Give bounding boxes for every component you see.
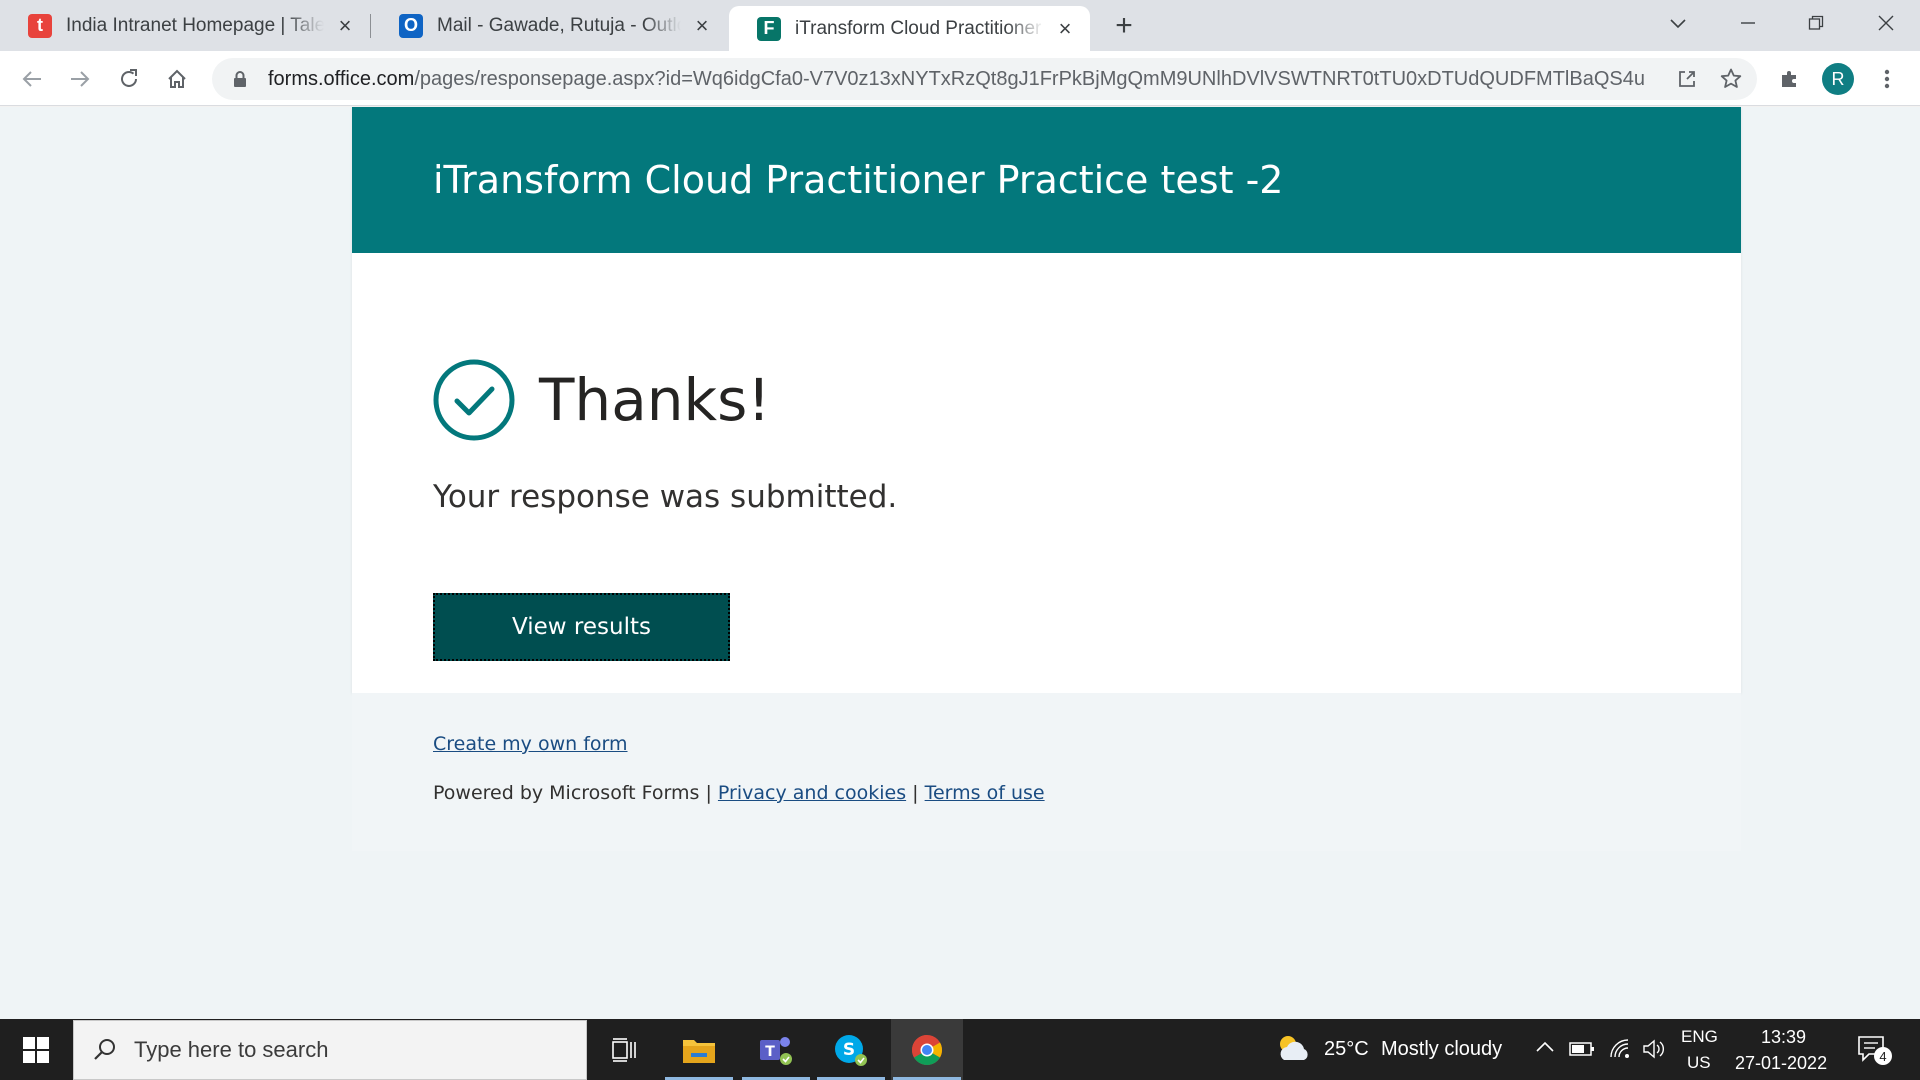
language-region[interactable]: US — [1687, 1053, 1711, 1073]
taskbar-search-box[interactable]: Type here to search — [73, 1020, 587, 1080]
lock-icon[interactable] — [230, 69, 250, 89]
terms-link[interactable]: Terms of use — [925, 782, 1045, 804]
url-path: /pages/responsepage.aspx?id=Wq6idgCfa0-V… — [414, 67, 1645, 90]
create-my-own-form-link[interactable]: Create my own form — [433, 733, 628, 755]
restore-icon[interactable] — [1786, 0, 1846, 45]
form-header-banner: iTransform Cloud Practitioner Practice t… — [352, 107, 1741, 253]
submission-message: Your response was submitted. — [433, 479, 898, 515]
language-code[interactable]: ENG — [1681, 1027, 1718, 1047]
browser-menu-kebab-icon[interactable] — [1870, 62, 1904, 96]
url-host: forms.office.com — [268, 67, 415, 90]
tab-outlook[interactable]: O Mail - Gawade, Rutuja - Outlook × — [371, 0, 727, 51]
forward-arrow-icon[interactable] — [63, 62, 97, 96]
reload-icon[interactable] — [112, 62, 146, 96]
new-tab-icon[interactable]: + — [1108, 9, 1140, 42]
skype-icon[interactable]: S — [815, 1019, 887, 1080]
tab-strip: t India Intranet Homepage | Talent × O M… — [0, 0, 1920, 51]
tab-close-icon[interactable]: × — [334, 13, 356, 38]
chrome-icon[interactable] — [891, 1019, 963, 1080]
thanks-row: Thanks! — [433, 359, 771, 441]
notification-center-icon[interactable]: 4 — [1857, 1035, 1893, 1065]
tab-intranet[interactable]: t India Intranet Homepage | Talent × — [0, 0, 370, 51]
powered-by-line: Powered by Microsoft Forms | Privacy and… — [433, 782, 1045, 804]
file-explorer-icon[interactable] — [663, 1019, 735, 1080]
volume-icon[interactable] — [1641, 1037, 1667, 1066]
clock-date[interactable]: 27-01-2022 — [1735, 1053, 1827, 1074]
profile-avatar[interactable]: R — [1822, 63, 1854, 95]
address-bar[interactable]: forms.office.com/pages/responsepage.aspx… — [212, 58, 1757, 100]
task-view-icon[interactable] — [588, 1019, 660, 1080]
tab-title: India Intranet Homepage | Talent — [66, 14, 324, 36]
page-content: iTransform Cloud Practitioner Practice t… — [0, 107, 1920, 1019]
privacy-link[interactable]: Privacy and cookies — [718, 782, 906, 804]
checkmark-circle-icon — [433, 359, 515, 441]
forms-favicon-icon: F — [757, 16, 781, 41]
notification-count-badge: 4 — [1874, 1047, 1892, 1065]
tab-search-chevron-icon[interactable] — [1648, 0, 1708, 45]
teams-icon[interactable]: T — [740, 1019, 812, 1080]
svg-text:S: S — [843, 1040, 855, 1060]
form-footer: Create my own form Powered by Microsoft … — [352, 693, 1741, 851]
tab-close-icon[interactable]: × — [1054, 16, 1076, 41]
view-results-button[interactable]: View results — [433, 593, 730, 661]
battery-icon[interactable] — [1569, 1039, 1595, 1064]
close-window-icon[interactable] — [1856, 0, 1916, 45]
footer-separator: | — [912, 782, 919, 804]
windows-start-icon[interactable] — [0, 1019, 72, 1080]
share-icon[interactable] — [1669, 61, 1705, 97]
bookmark-star-icon[interactable] — [1713, 61, 1749, 97]
search-placeholder: Type here to search — [134, 1037, 329, 1062]
powered-by-text: Powered by Microsoft Forms | — [433, 782, 712, 804]
form-title: iTransform Cloud Practitioner Practice t… — [433, 158, 1284, 202]
home-icon[interactable] — [160, 62, 194, 96]
form-card: iTransform Cloud Practitioner Practice t… — [352, 107, 1741, 693]
outlook-favicon-icon: O — [399, 13, 423, 38]
windows-taskbar: Type here to search T S 25°C Mostly clou… — [0, 1019, 1920, 1080]
tab-forms-active[interactable]: F iTransform Cloud Practitioner Pra × — [729, 6, 1090, 51]
weather-temperature[interactable]: 25°C — [1324, 1038, 1369, 1061]
search-icon — [94, 1039, 115, 1060]
tab-close-icon[interactable]: × — [691, 13, 713, 38]
browser-toolbar: forms.office.com/pages/responsepage.aspx… — [0, 51, 1920, 106]
svg-text:T: T — [765, 1044, 775, 1060]
back-arrow-icon[interactable] — [15, 62, 49, 96]
url-text[interactable]: forms.office.com/pages/responsepage.aspx… — [268, 68, 1669, 91]
clock-time[interactable]: 13:39 — [1761, 1027, 1806, 1048]
tab-title: Mail - Gawade, Rutuja - Outlook — [437, 14, 681, 36]
weather-description[interactable]: Mostly cloudy — [1381, 1038, 1502, 1061]
extensions-puzzle-icon[interactable] — [1773, 62, 1807, 96]
minimize-icon[interactable] — [1718, 0, 1778, 45]
talent-favicon-icon: t — [28, 13, 52, 38]
show-hidden-icons-chevron-icon[interactable] — [1534, 1037, 1556, 1062]
weather-cloud-icon[interactable] — [1275, 1033, 1311, 1068]
thanks-heading: Thanks! — [539, 366, 771, 434]
tab-title: iTransform Cloud Practitioner Pra — [795, 17, 1044, 39]
wifi-icon[interactable] — [1607, 1037, 1633, 1066]
